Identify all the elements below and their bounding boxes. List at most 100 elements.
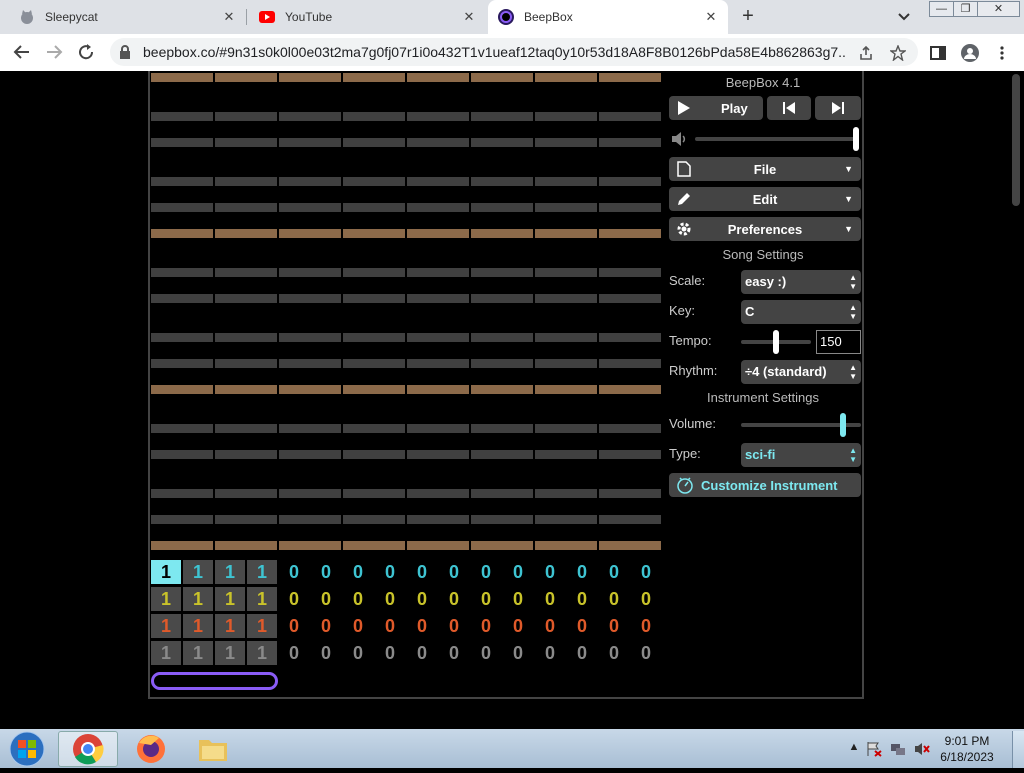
grid-cell[interactable] bbox=[343, 424, 405, 433]
grid-cell[interactable] bbox=[215, 359, 277, 368]
grid-cell[interactable] bbox=[279, 268, 341, 277]
grid-cell[interactable] bbox=[471, 489, 533, 498]
grid-cell[interactable] bbox=[599, 424, 661, 433]
grid-cell[interactable] bbox=[599, 203, 661, 212]
taskbar-firefox[interactable] bbox=[121, 731, 181, 767]
close-tab-icon[interactable]: ✕ bbox=[461, 9, 477, 25]
pattern-cell[interactable]: 0 bbox=[631, 560, 661, 584]
grid-cell[interactable] bbox=[279, 489, 341, 498]
grid-cell[interactable] bbox=[279, 112, 341, 121]
master-volume-slider[interactable] bbox=[853, 127, 859, 151]
grid-cell[interactable] bbox=[279, 203, 341, 212]
lock-icon[interactable] bbox=[118, 44, 132, 60]
pattern-cell[interactable]: 0 bbox=[407, 614, 437, 638]
scrollbar-thumb[interactable] bbox=[1012, 74, 1020, 206]
grid-cell[interactable] bbox=[471, 424, 533, 433]
grid-cell[interactable] bbox=[599, 73, 661, 82]
grid-cell[interactable] bbox=[599, 450, 661, 459]
grid-cell[interactable] bbox=[279, 450, 341, 459]
grid-cell[interactable] bbox=[343, 203, 405, 212]
pattern-cell[interactable]: 0 bbox=[599, 614, 629, 638]
pattern-cell[interactable]: 0 bbox=[439, 614, 469, 638]
grid-cell[interactable] bbox=[279, 333, 341, 342]
pattern-cell[interactable]: 0 bbox=[343, 641, 373, 665]
pattern-cell[interactable]: 0 bbox=[343, 560, 373, 584]
pattern-cell[interactable]: 0 bbox=[535, 587, 565, 611]
rhythm-select[interactable]: ÷4 (standard) ▲ ▼ bbox=[741, 360, 861, 384]
grid-cell[interactable] bbox=[151, 385, 213, 394]
tab-sleepycat[interactable]: Sleepycat ✕ bbox=[0, 0, 246, 34]
pattern-cell[interactable]: 0 bbox=[343, 587, 373, 611]
preferences-menu-button[interactable]: Preferences ▼ bbox=[669, 217, 861, 241]
pattern-cell[interactable]: 0 bbox=[503, 614, 533, 638]
grid-cell[interactable] bbox=[215, 541, 277, 550]
show-hidden-icons-icon[interactable]: ▲ bbox=[846, 741, 862, 757]
grid-cell[interactable] bbox=[407, 268, 469, 277]
scale-note-row[interactable] bbox=[151, 112, 663, 121]
grid-cell[interactable] bbox=[471, 541, 533, 550]
share-icon[interactable] bbox=[857, 44, 875, 62]
next-bar-button[interactable] bbox=[815, 96, 861, 120]
pattern-cell[interactable]: 1 bbox=[247, 641, 277, 665]
grid-cell[interactable] bbox=[215, 112, 277, 121]
grid-cell[interactable] bbox=[535, 229, 597, 238]
pattern-cell[interactable]: 0 bbox=[567, 614, 597, 638]
grid-cell[interactable] bbox=[215, 385, 277, 394]
bookmark-star-icon[interactable] bbox=[889, 44, 907, 62]
grid-cell[interactable] bbox=[471, 177, 533, 186]
grid-cell[interactable] bbox=[471, 229, 533, 238]
grid-cell[interactable] bbox=[535, 177, 597, 186]
scale-note-row[interactable] bbox=[151, 203, 663, 212]
grid-cell[interactable] bbox=[343, 489, 405, 498]
grid-cell[interactable] bbox=[599, 541, 661, 550]
pattern-cell[interactable]: 0 bbox=[631, 587, 661, 611]
grid-cell[interactable] bbox=[471, 112, 533, 121]
tab-search-chevron-icon[interactable] bbox=[895, 9, 913, 25]
pattern-cell[interactable]: 0 bbox=[375, 560, 405, 584]
pattern-cell[interactable]: 0 bbox=[311, 614, 341, 638]
pattern-cell[interactable]: 0 bbox=[567, 641, 597, 665]
pattern-cell[interactable]: 0 bbox=[471, 560, 501, 584]
pattern-cell[interactable]: 0 bbox=[599, 587, 629, 611]
piano-roll-grid[interactable] bbox=[151, 71, 663, 551]
file-menu-button[interactable]: File ▼ bbox=[669, 157, 861, 181]
edit-menu-button[interactable]: Edit ▼ bbox=[669, 187, 861, 211]
grid-cell[interactable] bbox=[279, 294, 341, 303]
reload-icon[interactable] bbox=[75, 41, 97, 63]
grid-cell[interactable] bbox=[343, 450, 405, 459]
grid-cell[interactable] bbox=[471, 450, 533, 459]
tonic-note-row[interactable] bbox=[151, 73, 663, 82]
grid-cell[interactable] bbox=[151, 489, 213, 498]
scale-note-row[interactable] bbox=[151, 268, 663, 277]
pattern-cell[interactable]: 0 bbox=[279, 614, 309, 638]
grid-cell[interactable] bbox=[279, 177, 341, 186]
system-clock[interactable]: 9:01 PM 6/18/2023 bbox=[934, 733, 1000, 765]
tempo-input[interactable]: 150 bbox=[816, 330, 861, 354]
grid-cell[interactable] bbox=[343, 138, 405, 147]
grid-cell[interactable] bbox=[215, 515, 277, 524]
grid-cell[interactable] bbox=[343, 541, 405, 550]
pattern-cell[interactable]: 0 bbox=[567, 560, 597, 584]
grid-cell[interactable] bbox=[151, 450, 213, 459]
pattern-cell[interactable]: 0 bbox=[407, 560, 437, 584]
grid-cell[interactable] bbox=[215, 73, 277, 82]
pattern-cell[interactable]: 1 bbox=[183, 587, 213, 611]
grid-cell[interactable] bbox=[343, 73, 405, 82]
pattern-cell[interactable]: 1 bbox=[215, 560, 245, 584]
grid-cell[interactable] bbox=[407, 73, 469, 82]
pattern-cell[interactable]: 1 bbox=[183, 560, 213, 584]
instrument-type-select[interactable]: sci-fi ▲ ▼ bbox=[741, 443, 861, 467]
scale-note-row[interactable] bbox=[151, 138, 663, 147]
pattern-cell[interactable]: 1 bbox=[215, 587, 245, 611]
grid-cell[interactable] bbox=[471, 203, 533, 212]
pattern-cell[interactable]: 1 bbox=[215, 614, 245, 638]
grid-cell[interactable] bbox=[471, 294, 533, 303]
pattern-cell[interactable]: 0 bbox=[631, 614, 661, 638]
grid-cell[interactable] bbox=[535, 112, 597, 121]
grid-cell[interactable] bbox=[279, 515, 341, 524]
tab-youtube[interactable]: YouTube ✕ bbox=[240, 0, 486, 34]
tonic-note-row[interactable] bbox=[151, 385, 663, 394]
grid-cell[interactable] bbox=[535, 138, 597, 147]
grid-cell[interactable] bbox=[407, 359, 469, 368]
start-button[interactable] bbox=[7, 730, 47, 768]
